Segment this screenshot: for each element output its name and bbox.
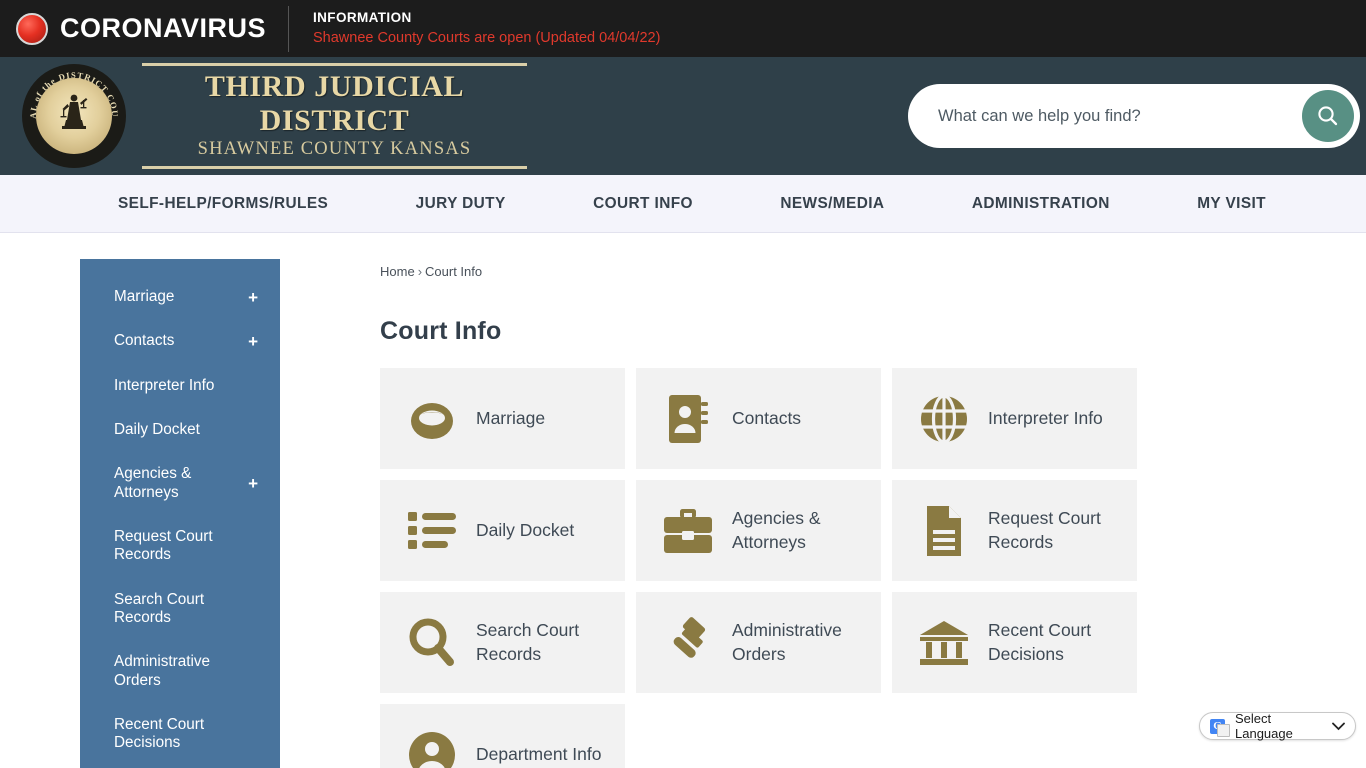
seal-inner <box>36 78 112 154</box>
translate-selected-language: Select Language <box>1235 711 1293 741</box>
card-label: Agencies & Attorneys <box>732 508 821 552</box>
sidebar-item-administrative-orders[interactable]: Administrative Orders <box>80 640 280 703</box>
card-label: Request Court Records <box>988 508 1101 552</box>
briefcase-icon <box>660 507 716 555</box>
sidebar-item-interpreter-info[interactable]: Interpreter Info <box>80 364 280 408</box>
sidebar-item-recent-court-decisions[interactable]: Recent Court Decisions <box>80 703 280 766</box>
magnifier-icon <box>404 617 460 669</box>
card-contacts[interactable]: Contacts <box>636 368 881 469</box>
chevron-down-icon[interactable] <box>1332 722 1345 731</box>
sidebar-item-agencies-attorneys[interactable]: Agencies & Attorneys + <box>80 452 280 515</box>
breadcrumb-current: Court Info <box>425 264 483 279</box>
expand-icon[interactable]: + <box>248 333 258 350</box>
card-label: Contacts <box>732 407 802 428</box>
card-daily-docket[interactable]: Daily Docket <box>380 480 625 581</box>
sidebar-item-label: Daily Docket <box>114 421 200 439</box>
court-seal-icon: SEAL of the DISTRICT COURT SHAWNEE CO., … <box>22 64 126 168</box>
sidebar-item-label: Recent Court Decisions <box>114 716 205 752</box>
card-label: Search Court Records <box>476 620 580 664</box>
gavel-icon <box>660 616 716 669</box>
card-recent-court-decisions[interactable]: Recent Court Decisions <box>892 592 1137 693</box>
sidebar-item-label: Interpreter Info <box>114 376 215 394</box>
list-icon <box>404 509 460 553</box>
google-translate-icon: G <box>1210 718 1230 737</box>
sidebar-item-daily-docket[interactable]: Daily Docket <box>80 408 280 452</box>
address-book-icon <box>660 393 716 445</box>
nav-item-court-info[interactable]: COURT INFO <box>593 195 693 213</box>
nav-item-news-media[interactable]: NEWS/MEDIA <box>780 195 884 213</box>
breadcrumb: Home › Court Info <box>380 264 1366 279</box>
nav-item-self-help[interactable]: SELF-HELP/FORMS/RULES <box>118 195 328 213</box>
card-interpreter-info[interactable]: Interpreter Info <box>892 368 1137 469</box>
sidebar-item-marriage[interactable]: Marriage + <box>80 275 280 319</box>
main-navigation: SELF-HELP/FORMS/RULES JURY DUTY COURT IN… <box>0 175 1366 233</box>
globe-icon <box>916 393 972 445</box>
coronavirus-alert-bar: CORONAVIRUS INFORMATION Shawnee County C… <box>0 0 1366 57</box>
site-header: SEAL of the DISTRICT COURT SHAWNEE CO., … <box>0 57 1366 175</box>
sidebar-item-label: Marriage <box>114 288 175 305</box>
card-label: Department Info <box>476 743 602 764</box>
site-subtitle: SHAWNEE COUNTY KANSAS <box>197 139 472 159</box>
expand-icon[interactable]: + <box>248 289 258 306</box>
nav-item-my-visit[interactable]: MY VISIT <box>1197 195 1266 213</box>
nav-item-jury-duty[interactable]: JURY DUTY <box>416 195 506 213</box>
nav-items: SELF-HELP/FORMS/RULES JURY DUTY COURT IN… <box>0 195 1366 213</box>
person-circle-icon <box>404 729 460 768</box>
card-agencies-attorneys[interactable]: Agencies & Attorneys <box>636 480 881 581</box>
sidebar-item-contacts[interactable]: Contacts + <box>80 319 280 363</box>
card-label: Interpreter Info <box>988 407 1103 428</box>
lady-justice-icon <box>60 94 88 129</box>
breadcrumb-separator: › <box>417 264 423 279</box>
search-button[interactable] <box>1302 90 1354 142</box>
sidebar-item-label: Agencies & Attorneys <box>114 465 192 501</box>
sidebar-item-label: Request Court Records <box>114 528 213 564</box>
coronavirus-logo-label: CORONAVIRUS <box>60 13 267 43</box>
document-icon <box>916 504 972 558</box>
sidebar-item-label: Administrative Orders <box>114 653 211 689</box>
card-request-court-records[interactable]: Request Court Records <box>892 480 1137 581</box>
site-title: THIRD JUDICIAL DISTRICT <box>204 70 465 137</box>
virus-icon <box>16 12 48 45</box>
sidebar-item-label: Contacts <box>114 332 175 350</box>
main-content: Home › Court Info Court Info Marriage Co… <box>280 259 1366 768</box>
coronavirus-logo: CORONAVIRUS <box>0 0 288 57</box>
card-administrative-orders[interactable]: Administrative Orders <box>636 592 881 693</box>
courthouse-icon <box>916 619 972 667</box>
card-label: Daily Docket <box>476 519 575 540</box>
page-body: Marriage + Contacts + Interpreter Info D… <box>0 233 1366 768</box>
alert-body[interactable]: Shawnee County Courts are open (Updated … <box>313 29 660 49</box>
alert-title: INFORMATION <box>313 9 412 25</box>
brand-rule-bottom <box>142 166 527 169</box>
search-icon <box>1318 106 1338 126</box>
search-bar[interactable] <box>908 84 1360 148</box>
alert-message: INFORMATION Shawnee County Courts are op… <box>289 9 660 49</box>
court-info-card-grid: Marriage Contacts Interpreter Info Daily… <box>380 368 1366 768</box>
card-search-court-records[interactable]: Search Court Records <box>380 592 625 693</box>
brand-titles: THIRD JUDICIAL DISTRICT SHAWNEE COUNTY K… <box>142 57 527 175</box>
card-marriage[interactable]: Marriage <box>380 368 625 469</box>
card-label: Marriage <box>476 407 546 428</box>
nav-item-administration[interactable]: ADMINISTRATION <box>972 195 1110 213</box>
card-label: Administrative Orders <box>732 620 842 664</box>
sidebar-item-label: Search Court Records <box>114 590 205 627</box>
card-label: Recent Court Decisions <box>988 620 1092 664</box>
expand-icon[interactable]: + <box>248 475 258 492</box>
section-sidebar: Marriage + Contacts + Interpreter Info D… <box>80 259 280 768</box>
sidebar-item-request-court-records[interactable]: Request Court Records <box>80 515 280 578</box>
card-department-info[interactable]: Department Info <box>380 704 625 768</box>
page-title: Court Info <box>380 317 502 345</box>
breadcrumb-home[interactable]: Home <box>380 264 415 279</box>
sidebar-item-search-court-records[interactable]: Search Court Records <box>80 578 280 641</box>
brand[interactable]: SEAL of the DISTRICT COURT SHAWNEE CO., … <box>22 57 527 175</box>
ring-icon <box>404 396 460 442</box>
search-input[interactable] <box>938 106 1302 126</box>
google-translate-widget[interactable]: G Select Language <box>1199 711 1356 741</box>
